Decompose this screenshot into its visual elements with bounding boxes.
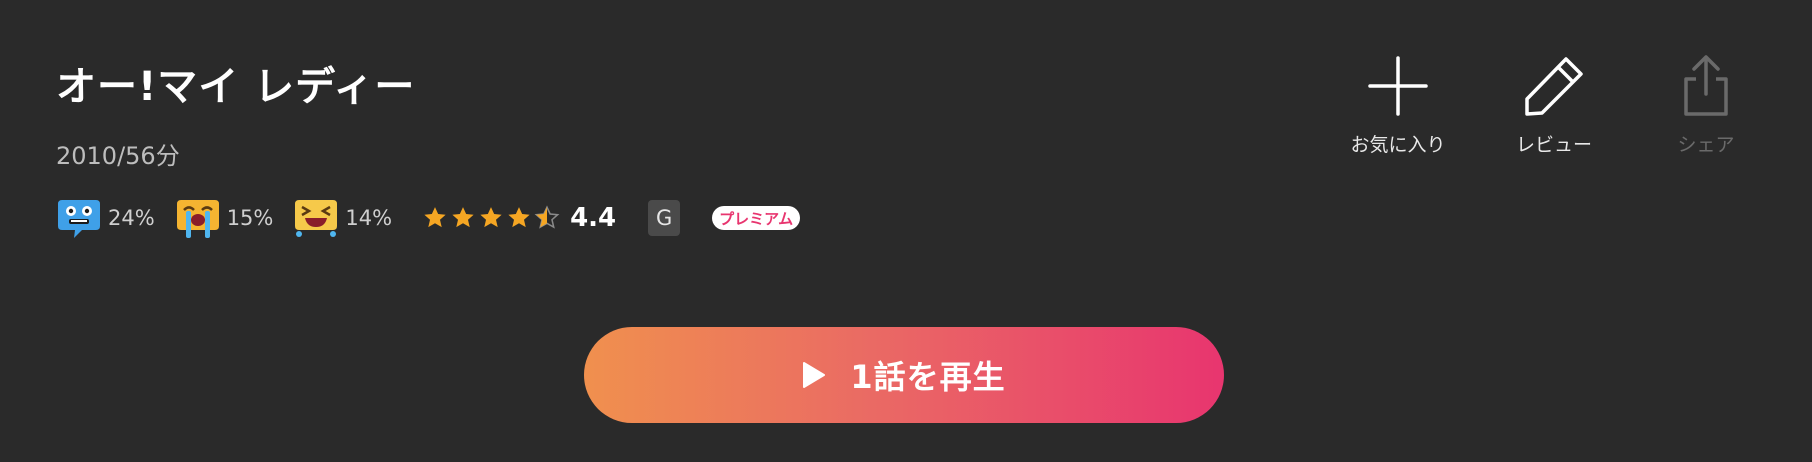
star-icon — [480, 207, 502, 228]
review-button[interactable]: レビュー — [1484, 54, 1624, 157]
reaction-crying: 15% — [175, 196, 274, 240]
star-icon — [452, 207, 474, 228]
stats-row: 24% 15% 14% 4.4 G プレミアム — [56, 196, 801, 240]
play-icon — [803, 362, 826, 388]
laughing-face-icon — [295, 200, 338, 237]
age-rating-badge: G — [648, 200, 681, 236]
page-title: オー!マイ レディー — [56, 64, 416, 110]
rating-value: 4.4 — [570, 203, 617, 233]
star-icon — [424, 207, 446, 228]
reaction-percent: 24% — [108, 206, 155, 230]
plus-icon — [1368, 56, 1428, 116]
star-rating: 4.4 — [422, 203, 616, 233]
share-label: シェア — [1677, 134, 1735, 156]
play-episode-button[interactable]: 1話を再生 — [584, 327, 1224, 423]
reaction-laughing: 14% — [293, 196, 392, 240]
share-icon — [1684, 55, 1728, 116]
reaction-shocked: 24% — [56, 196, 155, 240]
pencil-icon — [1525, 57, 1583, 116]
review-label: レビュー — [1515, 134, 1592, 156]
star-icon — [508, 207, 530, 228]
year-duration: 2010/56分 — [56, 142, 180, 170]
share-button[interactable]: シェア — [1636, 54, 1776, 157]
shocked-face-icon — [58, 200, 100, 238]
favorite-button[interactable]: お気に入り — [1328, 54, 1468, 157]
half-star-icon — [534, 205, 560, 229]
play-label: 1話を再生 — [850, 358, 1006, 396]
reaction-percent: 14% — [345, 206, 393, 230]
reaction-percent: 15% — [226, 206, 274, 230]
favorite-label: お気に入り — [1350, 134, 1446, 156]
crying-face-icon — [176, 200, 219, 238]
premium-badge: プレミアム — [712, 206, 801, 230]
